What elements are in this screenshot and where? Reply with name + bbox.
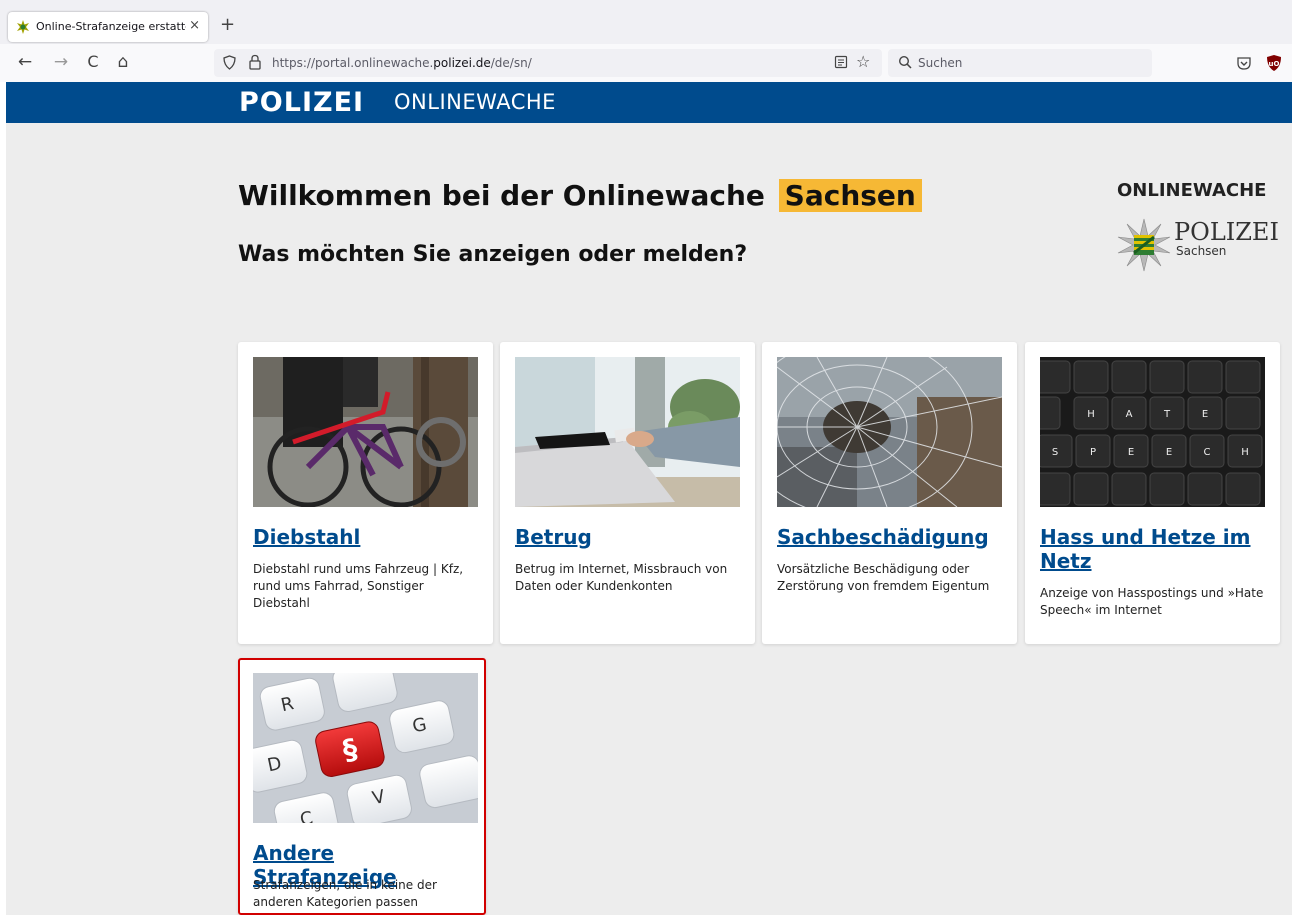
keyboard-key <box>1040 472 1071 506</box>
browser-tab[interactable]: Online-Strafanzeige erstatten – × <box>8 12 208 42</box>
close-tab-icon[interactable]: × <box>189 18 200 33</box>
keyboard-key <box>1225 396 1261 430</box>
card-title[interactable]: Betrug <box>515 525 745 549</box>
svg-text:T: T <box>1163 409 1171 420</box>
keyboard-key <box>1040 360 1071 394</box>
svg-text:S: S <box>1052 447 1058 458</box>
card-diebstahl[interactable]: Diebstahl Diebstahl rund ums Fahrzeug | … <box>238 342 493 644</box>
keyboard-key-s: S <box>1040 434 1073 468</box>
home-icon[interactable]: ⌂ <box>112 52 134 72</box>
keyboard-key-c: C <box>1189 434 1225 468</box>
reader-view-icon[interactable] <box>834 55 848 69</box>
svg-text:uO: uO <box>1269 60 1280 68</box>
page-content: POLIZEI ONLINEWACHE Willkommen bei der O… <box>6 82 1292 915</box>
keyboard-key <box>1111 472 1147 506</box>
svg-text:E: E <box>1202 409 1208 420</box>
keyboard-key <box>1073 472 1109 506</box>
card-sachbeschaedigung[interactable]: Sachbeschädigung Vorsätzliche Beschädigu… <box>762 342 1017 644</box>
keyboard-key <box>1149 360 1185 394</box>
svg-text:H: H <box>1241 447 1249 458</box>
card-title[interactable]: Diebstahl <box>253 525 483 549</box>
card-title[interactable]: Hass und Hetze im Netz <box>1040 525 1270 573</box>
search-bar[interactable]: Suchen <box>888 49 1152 77</box>
keyboard-key <box>1225 472 1261 506</box>
logo-state: Sachsen <box>1176 244 1227 258</box>
card-hass-und-hetze[interactable]: H A T E S P E E C H Hass und Hetze im Netz Anzeig… <box>1025 342 1280 644</box>
keyboard-key <box>1040 396 1061 430</box>
card-description: Strafanzeigen, die in keine der anderen … <box>253 878 437 909</box>
svg-text:P: P <box>1090 447 1096 458</box>
keyboard-key-t: T <box>1149 396 1185 430</box>
svg-text:C: C <box>1204 447 1211 458</box>
tab-title: Online-Strafanzeige erstatten – <box>36 20 186 33</box>
state-highlight: Sachsen <box>778 179 922 212</box>
lock-icon[interactable] <box>248 54 262 70</box>
page-subtitle: Was möchten Sie anzeigen oder melden? <box>238 242 748 267</box>
keyboard-key-e: E <box>1187 396 1223 430</box>
url-text[interactable]: https://portal.onlinewache.polizei.de/de… <box>272 56 532 70</box>
card-description: Vorsätzliche Beschädigung oder Zerstörun… <box>777 562 990 593</box>
paragraph-keyboard-image[interactable]: R G D § V C <box>253 673 478 823</box>
browser-nav-bar: ← → C ⌂ https://portal.onlinewache.poliz… <box>0 44 1292 82</box>
card-title[interactable]: Sachbeschädigung <box>777 525 1007 549</box>
police-star-icon <box>1117 218 1171 272</box>
logo-polizei: POLIZEI <box>1174 218 1279 246</box>
broken-glass-image[interactable] <box>777 357 1002 507</box>
keyboard-key-e: E <box>1151 434 1187 468</box>
keyboard-key <box>1111 360 1147 394</box>
fraud-image[interactable] <box>515 357 740 507</box>
svg-text:E: E <box>1166 447 1172 458</box>
header-subtitle[interactable]: ONLINEWACHE <box>394 90 556 114</box>
keyboard-key-p: P <box>1075 434 1111 468</box>
bookmark-star-icon[interactable]: ☆ <box>856 52 870 71</box>
keyboard-key-h: H <box>1073 396 1109 430</box>
card-betrug[interactable]: Betrug Betrug im Internet, Missbrauch vo… <box>500 342 755 644</box>
pocket-icon[interactable] <box>1236 55 1252 71</box>
svg-text:H: H <box>1087 409 1095 420</box>
search-icon <box>898 55 912 69</box>
reload-icon[interactable]: C <box>82 52 104 71</box>
header-brand[interactable]: POLIZEI <box>239 87 364 118</box>
keyboard-key <box>1073 360 1109 394</box>
site-header: POLIZEI ONLINEWACHE <box>6 82 1292 123</box>
police-star-icon <box>17 20 29 34</box>
card-description: Diebstahl rund ums Fahrzeug | Kfz, rund … <box>253 562 464 610</box>
bike-theft-image[interactable] <box>253 357 478 507</box>
svg-text:A: A <box>1126 409 1133 420</box>
browser-tab-bar: Online-Strafanzeige erstatten – × + <box>0 0 1292 44</box>
new-tab-button[interactable]: + <box>220 14 235 35</box>
hate-speech-keyboard-image[interactable]: H A T E S P E E C H <box>1040 357 1265 507</box>
svg-text:E: E <box>1128 447 1134 458</box>
keyboard-key <box>1149 472 1185 506</box>
card-description: Anzeige von Hasspostings und »Hate Speec… <box>1040 586 1264 617</box>
keyboard-key-e: E <box>1113 434 1149 468</box>
logo-title: ONLINEWACHE <box>1117 180 1267 201</box>
search-placeholder: Suchen <box>918 56 963 70</box>
keyboard-key <box>1187 472 1223 506</box>
page-title: Willkommen bei der Onlinewache Sachsen <box>238 179 922 212</box>
keyboard-key-a: A <box>1111 396 1147 430</box>
ublock-origin-icon[interactable]: uO <box>1266 54 1282 72</box>
forward-icon[interactable]: → <box>50 52 72 72</box>
onlinewache-logo: ONLINEWACHE POLIZEI Sachsen <box>1114 180 1286 272</box>
back-icon[interactable]: ← <box>14 52 36 72</box>
tracking-shield-icon[interactable] <box>222 55 237 70</box>
keyboard-key-h: H <box>1227 434 1263 468</box>
url-bar[interactable]: https://portal.onlinewache.polizei.de/de… <box>214 49 882 77</box>
card-description: Betrug im Internet, Missbrauch von Daten… <box>515 562 728 593</box>
keyboard-key <box>1187 360 1223 394</box>
keyboard-key <box>1225 360 1261 394</box>
card-andere-strafanzeige[interactable]: R G D § V C Andere Strafanzeige Strafanz… <box>238 658 486 915</box>
